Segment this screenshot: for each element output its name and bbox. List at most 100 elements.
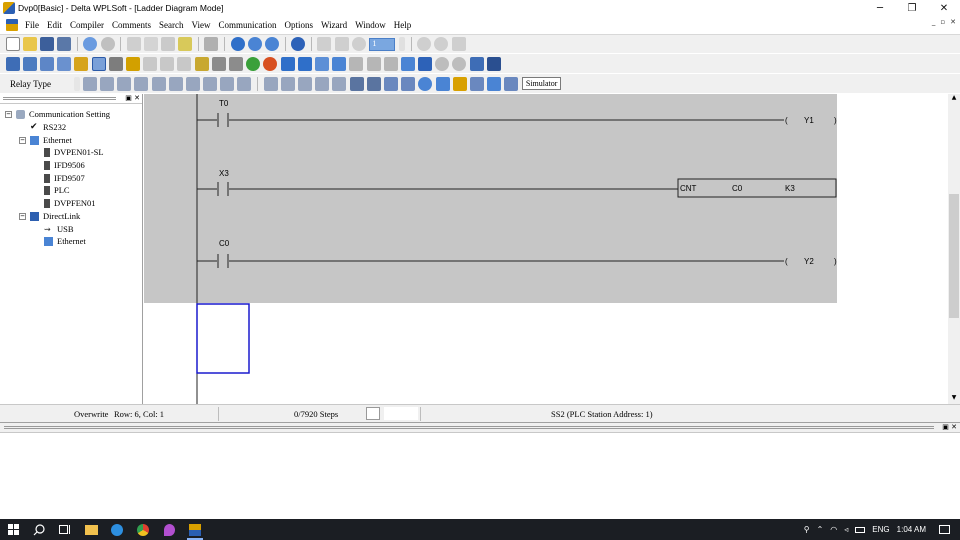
falling-edge-icon[interactable] <box>169 77 183 91</box>
close-button[interactable]: ✕ <box>928 0 960 16</box>
read-plc-icon[interactable] <box>281 57 295 71</box>
link-icon[interactable] <box>487 57 501 71</box>
pin-button[interactable]: ▣ <box>125 94 132 102</box>
compare-icon[interactable] <box>315 57 329 71</box>
tree-node-ifd9506[interactable]: IFD9506 <box>44 160 85 170</box>
mdi-close-button[interactable]: ✕ <box>950 18 956 26</box>
stop-icon[interactable] <box>101 37 115 51</box>
clock[interactable]: 1:04 AM <box>897 525 926 534</box>
tree-node-ethernet[interactable]: Ethernet <box>30 135 72 145</box>
instruction-mode-icon[interactable] <box>23 57 37 71</box>
sfc-mode-icon[interactable] <box>40 57 54 71</box>
save-as-icon[interactable] <box>57 37 71 51</box>
contact-no-icon[interactable] <box>83 77 97 91</box>
panel-grip[interactable] <box>4 426 934 429</box>
application-instruction-icon[interactable] <box>220 77 234 91</box>
horizontal-line-icon[interactable] <box>264 77 278 91</box>
branch-icon[interactable] <box>298 77 312 91</box>
panel-close-button[interactable]: ✕ <box>951 423 957 431</box>
menu-comments[interactable]: Comments <box>108 20 155 30</box>
scroll-up-icon[interactable]: ▲ <box>948 94 960 104</box>
notification-icon[interactable] <box>939 525 950 534</box>
comment-edit-icon[interactable] <box>160 57 174 71</box>
find-icon[interactable] <box>452 57 466 71</box>
document-menu-icon[interactable] <box>6 19 18 31</box>
tree-node-dvpfen01[interactable]: DVPFEN01 <box>44 198 96 208</box>
mdi-minimize-button[interactable]: _ <box>932 18 936 26</box>
function-icon[interactable] <box>367 77 381 91</box>
tree-node-usb[interactable]: ⇝ USB <box>44 224 74 234</box>
minimize-button[interactable]: ─ <box>864 0 896 16</box>
image-icon[interactable] <box>384 77 398 91</box>
simulator-icon[interactable] <box>504 77 518 91</box>
mdi-restore-button[interactable]: ▫ <box>940 18 945 26</box>
compile-icon[interactable] <box>57 57 71 71</box>
online-edit-icon[interactable] <box>332 57 346 71</box>
panel-close-button[interactable]: ✕ <box>134 94 140 102</box>
task-view-button[interactable] <box>52 519 78 540</box>
lightbulb-icon[interactable] <box>177 57 191 71</box>
write-plc-icon[interactable] <box>298 57 312 71</box>
battery-icon[interactable] <box>855 527 865 533</box>
coil-icon[interactable] <box>203 77 217 91</box>
ladder-mode-icon[interactable] <box>6 57 20 71</box>
inverse-icon[interactable] <box>315 77 329 91</box>
vertical-line-icon[interactable] <box>237 77 251 91</box>
tree-node-communication-setting[interactable]: Communication Setting <box>16 109 110 119</box>
volume-icon[interactable]: ◃ <box>844 525 848 534</box>
cut-icon[interactable] <box>127 37 141 51</box>
taskbar-edge[interactable] <box>104 519 130 540</box>
search-button[interactable] <box>26 519 52 540</box>
coil-label[interactable]: Y2 <box>804 257 814 266</box>
chevron-up-icon[interactable]: ⌃ <box>817 525 824 534</box>
scroll-thumb[interactable] <box>949 194 959 318</box>
stop-plc-icon[interactable] <box>263 57 277 71</box>
table-icon[interactable] <box>401 57 415 71</box>
contact-parallel-nc-icon[interactable] <box>134 77 148 91</box>
menu-window[interactable]: Window <box>351 20 390 30</box>
start-button[interactable] <box>0 519 26 540</box>
wifi-icon[interactable]: ◠ <box>830 525 837 534</box>
panel-grip[interactable] <box>3 97 116 100</box>
ladder-editor[interactable]: T0 ( Y1 ) X3 CNT C0 K3 C0 ( Y2 ) <box>144 94 948 404</box>
rising-edge-icon[interactable] <box>152 77 166 91</box>
spin-button[interactable] <box>399 37 405 51</box>
memory-icon[interactable] <box>229 57 243 71</box>
compass-icon[interactable] <box>418 77 432 91</box>
register-icon[interactable] <box>384 57 398 71</box>
menu-view[interactable]: View <box>188 20 215 30</box>
grid-icon[interactable] <box>109 57 123 71</box>
search-icon[interactable] <box>435 57 449 71</box>
undo-icon[interactable] <box>204 37 218 51</box>
menu-communication[interactable]: Communication <box>215 20 281 30</box>
new-file-icon[interactable] <box>6 37 20 51</box>
device-table-icon[interactable] <box>212 57 226 71</box>
station-input[interactable]: 1 <box>369 38 395 51</box>
menu-compiler[interactable]: Compiler <box>66 20 108 30</box>
device-icon[interactable] <box>317 37 331 51</box>
parallel-rising-icon[interactable] <box>186 77 200 91</box>
tree-node-ifd9507[interactable]: IFD9507 <box>44 173 85 183</box>
zoom-in-icon[interactable] <box>248 37 262 51</box>
tree-node-plc[interactable]: PLC <box>44 185 70 195</box>
menu-search[interactable]: Search <box>155 20 188 30</box>
save-icon[interactable] <box>40 37 54 51</box>
grid-view-icon[interactable] <box>436 77 450 91</box>
mail-icon[interactable] <box>453 77 467 91</box>
pencil-icon[interactable] <box>126 57 140 71</box>
block-icon[interactable] <box>332 77 346 91</box>
taskbar-wplsoft[interactable] <box>182 519 208 540</box>
user-icon[interactable] <box>470 57 484 71</box>
expand-toggle[interactable]: − <box>19 213 26 220</box>
help-icon[interactable] <box>291 37 305 51</box>
contact-nc-icon[interactable] <box>100 77 114 91</box>
menu-file[interactable]: File <box>21 20 43 30</box>
delete-line-icon[interactable] <box>281 77 295 91</box>
menu-help[interactable]: Help <box>390 20 416 30</box>
expand-toggle[interactable]: − <box>5 111 12 118</box>
tree-node-directlink[interactable]: DirectLink <box>30 211 80 221</box>
language-indicator[interactable]: ENG <box>872 525 889 534</box>
run-icon[interactable] <box>417 37 431 51</box>
vertical-scrollbar[interactable]: ▲ ▼ <box>948 94 960 404</box>
connect-icon[interactable] <box>452 37 466 51</box>
